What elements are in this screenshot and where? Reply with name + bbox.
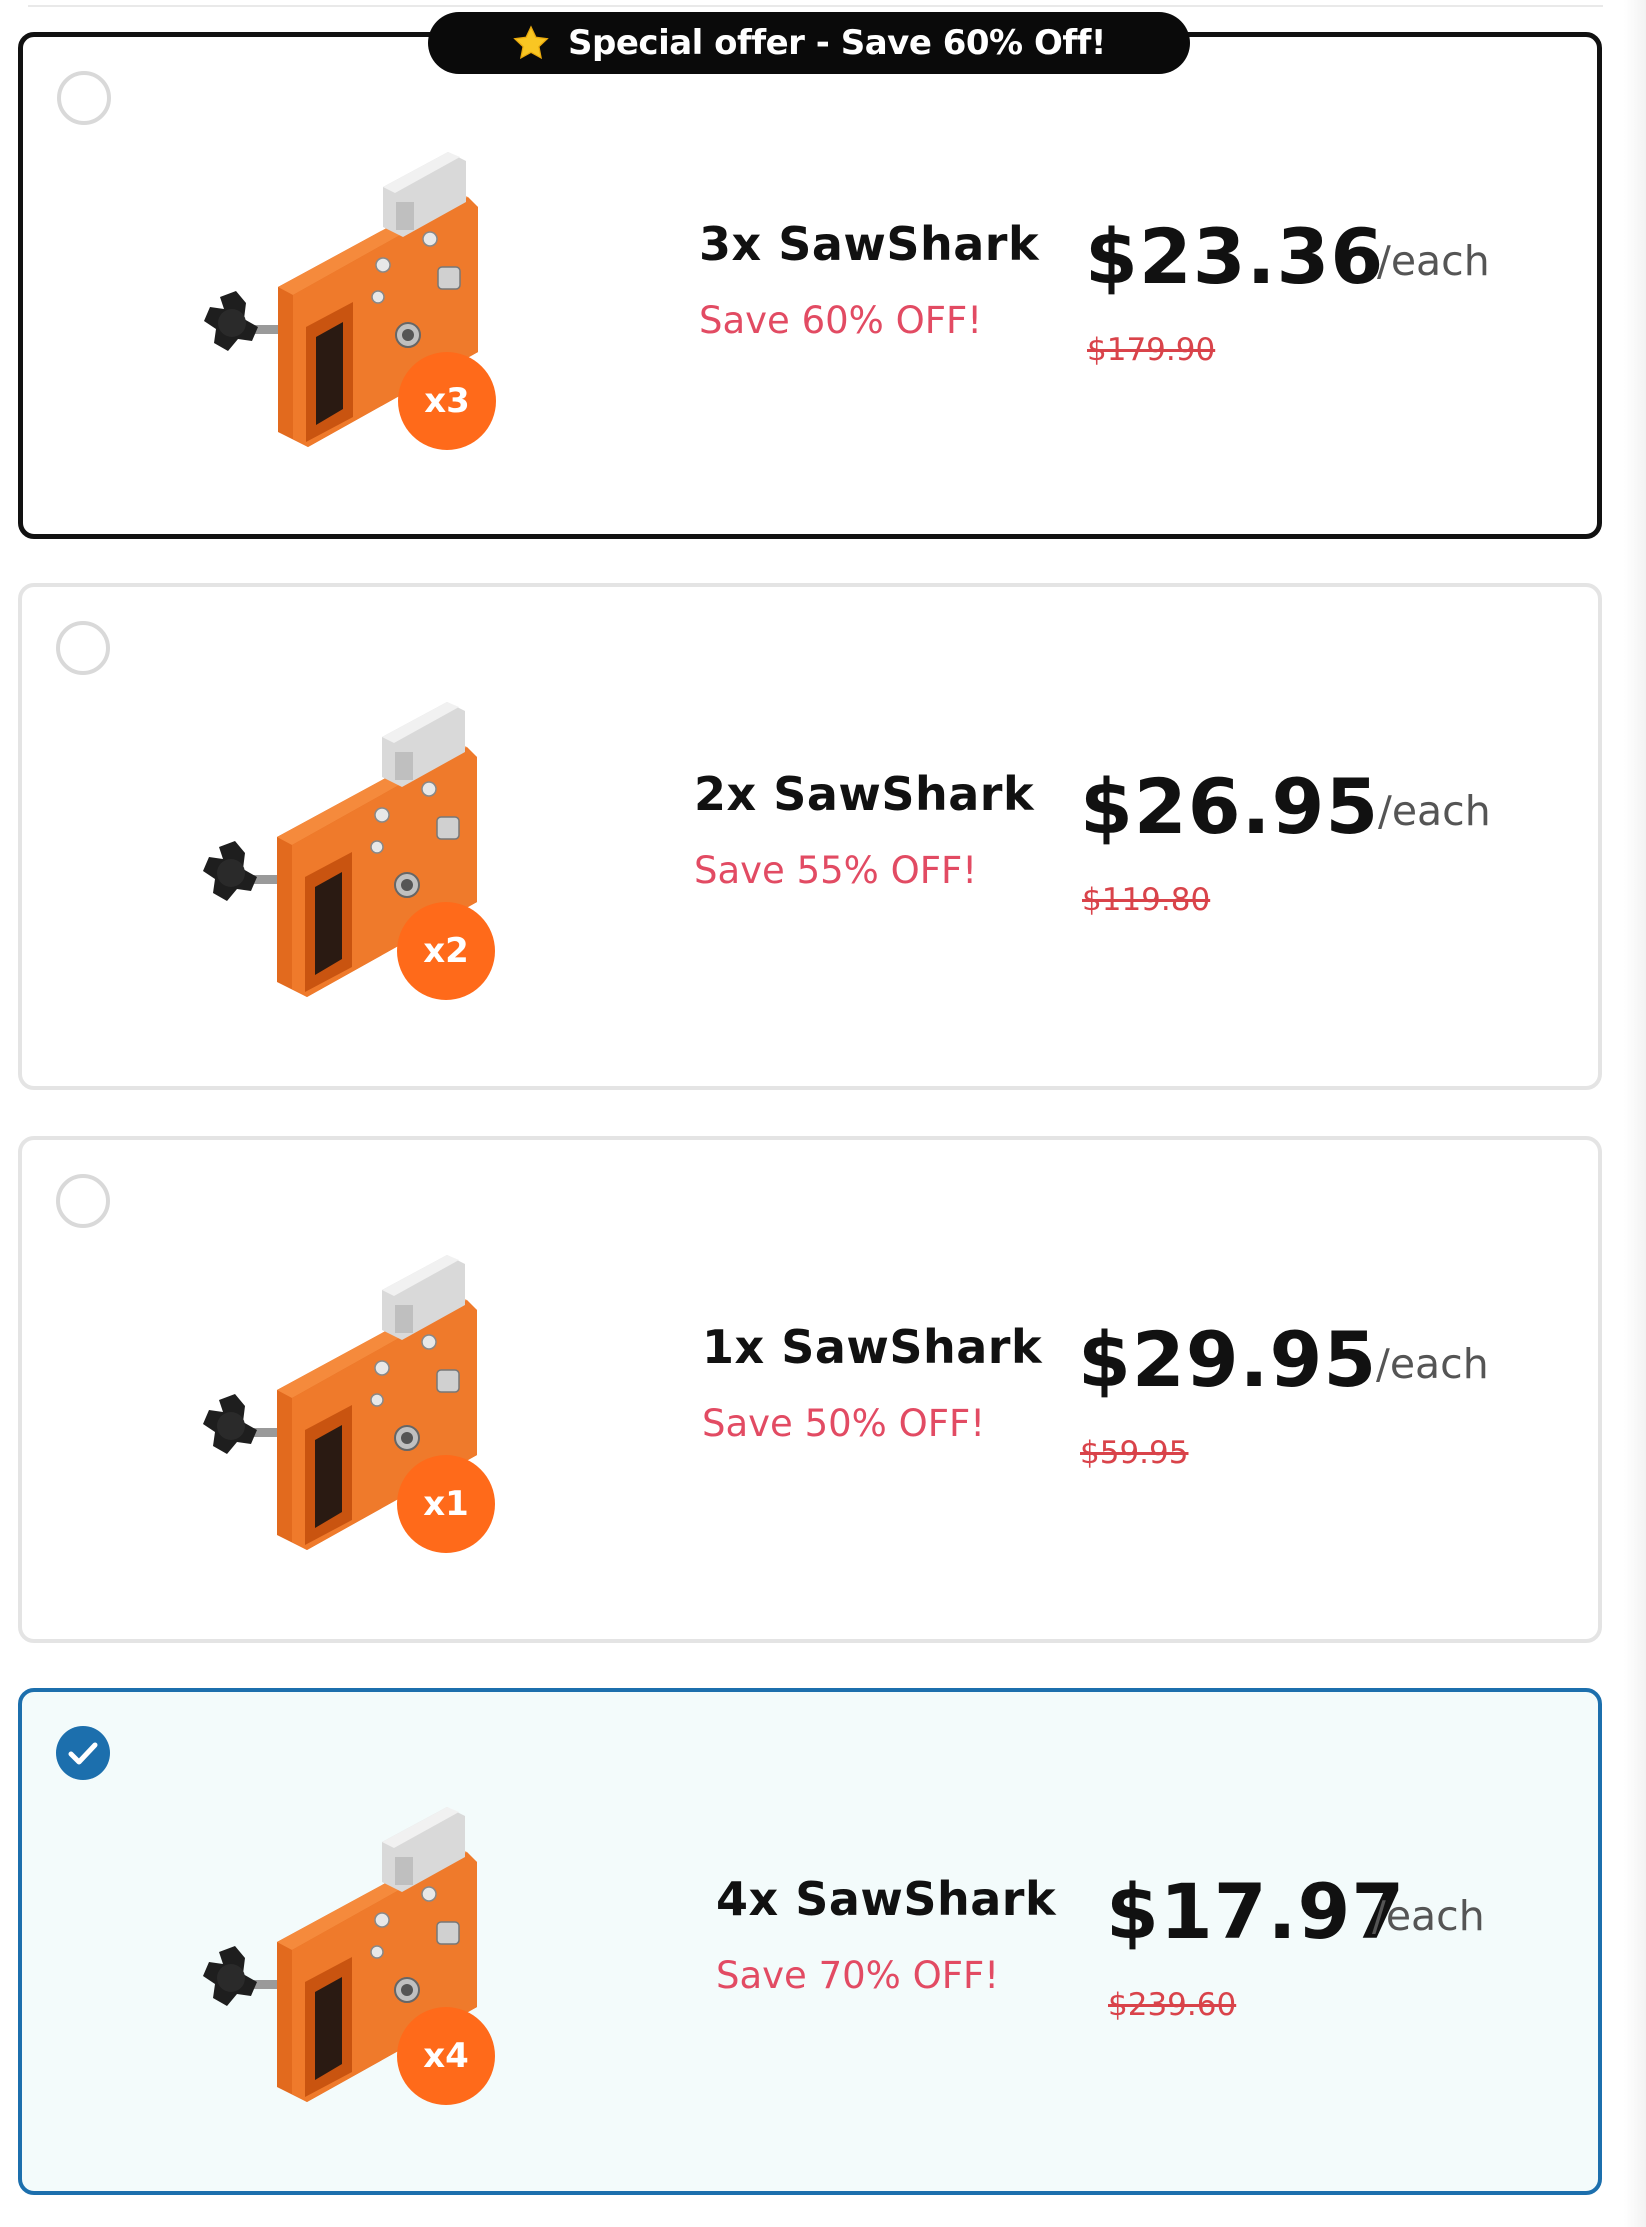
offer-price: $26.95 — [1080, 762, 1380, 851]
offer-savings: Save 50% OFF! — [702, 1402, 986, 1445]
offer-title: 2x SawShark — [694, 767, 1035, 821]
scroll-edge — [1624, 0, 1646, 2227]
offer-original-price: $179.90 — [1087, 332, 1216, 368]
offer-price-unit: /each — [1372, 1892, 1485, 1940]
offer-card-4x[interactable]: x4 4x SawShark Save 70% OFF! $17.97 /eac… — [18, 1688, 1602, 2195]
offer-savings: Save 60% OFF! — [699, 299, 983, 342]
offer-radio-4x[interactable] — [56, 1726, 110, 1780]
star-icon — [512, 24, 550, 62]
offer-radio-2x[interactable] — [56, 621, 110, 675]
offer-price: $17.97 — [1106, 1867, 1406, 1956]
offer-price: $29.95 — [1078, 1315, 1378, 1404]
offer-radio-1x[interactable] — [56, 1174, 110, 1228]
offer-radio-3x[interactable] — [57, 71, 111, 125]
top-divider — [28, 5, 1603, 7]
special-offer-banner: Special offer - Save 60% Off! — [428, 12, 1190, 74]
offer-savings: Save 70% OFF! — [716, 1954, 1000, 1997]
quantity-badge: x2 — [397, 902, 495, 1000]
quantity-badge: x4 — [397, 2007, 495, 2105]
offer-title: 3x SawShark — [699, 217, 1040, 271]
offer-original-price: $59.95 — [1080, 1435, 1189, 1471]
offer-price-unit: /each — [1376, 1340, 1489, 1388]
offer-title: 4x SawShark — [716, 1872, 1057, 1926]
offer-price-unit: /each — [1378, 787, 1491, 835]
offer-price-unit: /each — [1377, 237, 1490, 285]
offer-original-price: $119.80 — [1082, 882, 1211, 918]
special-offer-label: Special offer - Save 60% Off! — [568, 23, 1106, 63]
check-icon — [68, 1742, 98, 1765]
quantity-badge: x1 — [397, 1455, 495, 1553]
offer-original-price: $239.60 — [1108, 1987, 1237, 2023]
offer-savings: Save 55% OFF! — [694, 849, 978, 892]
offer-card-2x[interactable]: x2 2x SawShark Save 55% OFF! $26.95 /eac… — [18, 583, 1602, 1090]
offer-card-1x[interactable]: x1 1x SawShark Save 50% OFF! $29.95 /eac… — [18, 1136, 1602, 1643]
offer-title: 1x SawShark — [702, 1320, 1043, 1374]
offer-price: $23.36 — [1085, 212, 1385, 301]
offer-card-3x[interactable]: x3 3x SawShark Save 60% OFF! $23.36 /eac… — [18, 32, 1602, 539]
quantity-badge: x3 — [398, 352, 496, 450]
